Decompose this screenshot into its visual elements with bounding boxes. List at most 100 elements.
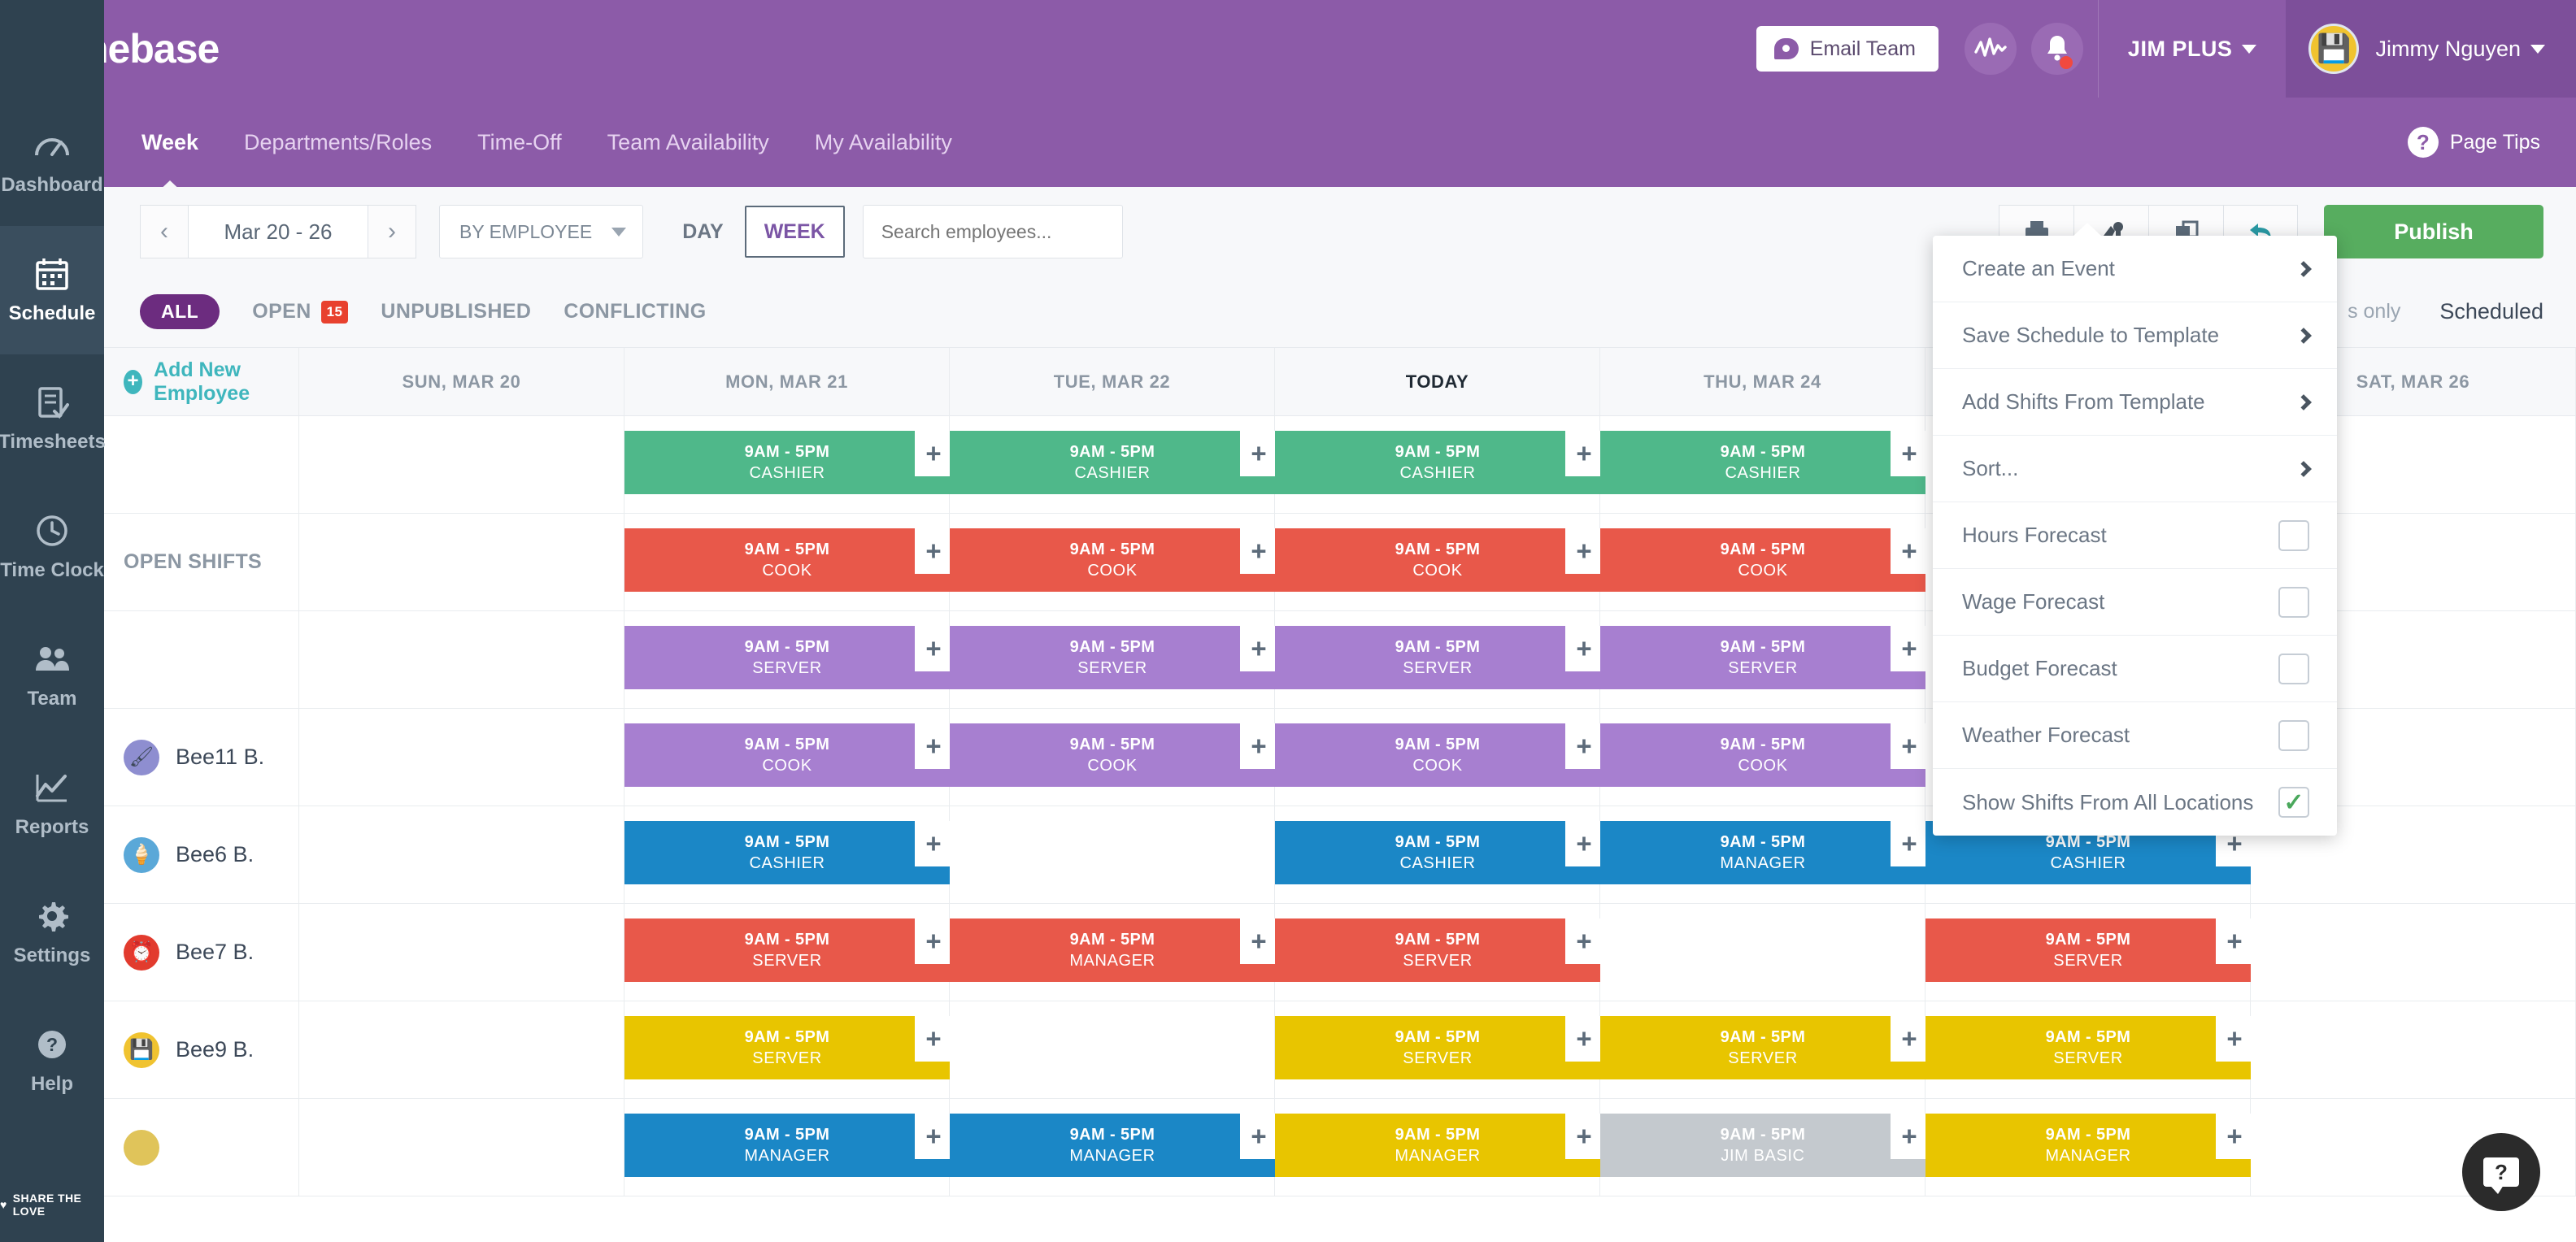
- menu-item-weather-forecast[interactable]: Weather Forecast: [1933, 702, 2337, 769]
- checkbox[interactable]: [2278, 719, 2309, 751]
- shift-cell[interactable]: 9AM - 5PM SERVER +: [624, 611, 952, 708]
- menu-item-budget-forecast[interactable]: Budget Forecast: [1933, 636, 2337, 702]
- shift-block[interactable]: 9AM - 5PM COOK: [1600, 528, 1925, 592]
- add-shift-button[interactable]: +: [1565, 431, 1603, 476]
- shift-cell[interactable]: 9AM - 5PM SERVER +: [1275, 1001, 1603, 1098]
- shift-cell[interactable]: 9AM - 5PM SERVER +: [950, 611, 1277, 708]
- week-view-button[interactable]: WEEK: [744, 206, 845, 258]
- shift-block[interactable]: 9AM - 5PM CASHIER: [624, 431, 950, 494]
- day-view-button[interactable]: DAY: [664, 206, 742, 258]
- shift-cell[interactable]: 9AM - 5PM COOK +: [1600, 514, 1928, 610]
- shift-block[interactable]: 9AM - 5PM SERVER: [624, 1016, 950, 1079]
- shift-cell[interactable]: 9AM - 5PM COOK +: [1600, 709, 1928, 806]
- add-shift-button[interactable]: +: [1565, 723, 1603, 769]
- shift-block[interactable]: 9AM - 5PM SERVER: [1600, 1016, 1925, 1079]
- menu-item-save-schedule-to-template[interactable]: Save Schedule to Template: [1933, 302, 2337, 369]
- add-shift-button[interactable]: +: [915, 918, 952, 964]
- menu-item-hours-forecast[interactable]: Hours Forecast: [1933, 502, 2337, 569]
- shift-block[interactable]: 9AM - 5PM COOK: [950, 528, 1275, 592]
- user-menu[interactable]: 💾 Jimmy Nguyen: [2286, 0, 2576, 98]
- add-shift-button[interactable]: +: [1565, 1114, 1603, 1159]
- sidebar-item-timesheets[interactable]: Timesheets: [0, 354, 106, 483]
- empty-shift-cell[interactable]: [950, 1001, 1275, 1098]
- sidebar-item-settings[interactable]: Settings: [0, 868, 104, 997]
- shift-block[interactable]: 9AM - 5PM COOK: [1275, 723, 1600, 787]
- sidebar-item-help[interactable]: ? Help: [0, 997, 104, 1125]
- employee-name-cell[interactable]: 🖌 Bee11 B.: [104, 709, 299, 806]
- shift-cell[interactable]: 9AM - 5PM MANAGER +: [624, 1099, 952, 1196]
- shift-block[interactable]: 9AM - 5PM CASHIER: [950, 431, 1275, 494]
- add-shift-button[interactable]: +: [1565, 528, 1603, 574]
- empty-shift-cell[interactable]: [299, 904, 624, 1001]
- empty-shift-cell[interactable]: [1600, 904, 1925, 1001]
- filter-unpublished[interactable]: UNPUBLISHED: [381, 300, 531, 324]
- shift-block[interactable]: 9AM - 5PM CASHIER: [1600, 431, 1925, 494]
- add-shift-button[interactable]: +: [1891, 821, 1928, 866]
- menu-item-add-shifts-from-template[interactable]: Add Shifts From Template: [1933, 369, 2337, 436]
- shift-block[interactable]: 9AM - 5PM SERVER: [1275, 918, 1600, 982]
- checkbox[interactable]: [2278, 653, 2309, 684]
- filter-conflicting[interactable]: CONFLICTING: [564, 300, 706, 324]
- shift-cell[interactable]: 9AM - 5PM COOK +: [624, 514, 952, 610]
- sidebar-item-time-clock[interactable]: Time Clock: [0, 483, 104, 611]
- add-shift-button[interactable]: +: [1565, 1016, 1603, 1062]
- add-shift-button[interactable]: +: [1240, 431, 1277, 476]
- plan-dropdown[interactable]: JIM PLUS: [2099, 0, 2287, 98]
- tab-team-availability[interactable]: Team Availability: [607, 102, 769, 183]
- shift-cell[interactable]: 9AM - 5PM COOK +: [1275, 514, 1603, 610]
- shift-cell[interactable]: 9AM - 5PM SERVER +: [1275, 904, 1603, 1001]
- my-shifts-only-label[interactable]: s only: [2348, 300, 2400, 324]
- add-shift-button[interactable]: +: [2216, 1016, 2253, 1062]
- shift-cell[interactable]: 9AM - 5PM CASHIER +: [950, 416, 1277, 513]
- shift-block[interactable]: 9AM - 5PM CASHIER: [624, 821, 950, 884]
- employee-name-cell[interactable]: [104, 1099, 299, 1196]
- add-shift-button[interactable]: +: [2216, 1114, 2253, 1159]
- shift-block[interactable]: 9AM - 5PM COOK: [624, 723, 950, 787]
- add-shift-button[interactable]: +: [915, 723, 952, 769]
- shift-cell[interactable]: 9AM - 5PM MANAGER +: [1600, 806, 1928, 903]
- shift-block[interactable]: 9AM - 5PM SERVER: [1600, 626, 1925, 689]
- menu-item-create-an-event[interactable]: Create an Event: [1933, 236, 2337, 302]
- shift-cell[interactable]: 9AM - 5PM MANAGER +: [1275, 1099, 1603, 1196]
- shift-block[interactable]: 9AM - 5PM COOK: [1600, 723, 1925, 787]
- add-shift-button[interactable]: +: [2216, 918, 2253, 964]
- filter-all[interactable]: ALL: [140, 294, 220, 329]
- filter-open[interactable]: OPEN 15: [252, 300, 349, 324]
- shift-block[interactable]: 9AM - 5PM COOK: [624, 528, 950, 592]
- date-range-label[interactable]: Mar 20 - 26: [189, 205, 368, 258]
- shift-block[interactable]: 9AM - 5PM SERVER: [1925, 1016, 2251, 1079]
- sidebar-item-team[interactable]: Team: [0, 611, 104, 740]
- add-shift-button[interactable]: +: [1891, 1016, 1928, 1062]
- shift-cell[interactable]: 9AM - 5PM CASHIER +: [1600, 416, 1928, 513]
- shift-block[interactable]: 9AM - 5PM MANAGER: [950, 918, 1275, 982]
- empty-shift-cell[interactable]: [299, 1001, 624, 1098]
- shift-block[interactable]: 9AM - 5PM JIM BASIC: [1600, 1114, 1925, 1177]
- employee-name-cell[interactable]: ⏰ Bee7 B.: [104, 904, 299, 1001]
- add-shift-button[interactable]: +: [1891, 723, 1928, 769]
- shift-cell[interactable]: 9AM - 5PM COOK +: [950, 514, 1277, 610]
- shift-cell[interactable]: 9AM - 5PM SERVER +: [1925, 904, 2253, 1001]
- empty-shift-cell[interactable]: [299, 806, 624, 903]
- shift-cell[interactable]: 9AM - 5PM COOK +: [950, 709, 1277, 806]
- next-week-button[interactable]: ›: [368, 205, 416, 258]
- shift-cell[interactable]: 9AM - 5PM CASHIER +: [624, 416, 952, 513]
- shift-cell[interactable]: 9AM - 5PM COOK +: [624, 709, 952, 806]
- add-shift-button[interactable]: +: [915, 1016, 952, 1062]
- add-shift-button[interactable]: +: [915, 626, 952, 671]
- add-shift-button[interactable]: +: [915, 431, 952, 476]
- group-by-select[interactable]: BY EMPLOYEE: [439, 205, 644, 258]
- shift-cell[interactable]: 9AM - 5PM COOK +: [1275, 709, 1603, 806]
- shift-block[interactable]: 9AM - 5PM MANAGER: [1600, 821, 1925, 884]
- shift-cell[interactable]: 9AM - 5PM MANAGER +: [1925, 1099, 2253, 1196]
- tab-departments-roles[interactable]: Departments/Roles: [244, 102, 432, 183]
- add-shift-button[interactable]: +: [1891, 626, 1928, 671]
- share-the-love-link[interactable]: ♥ SHARE THE LOVE: [0, 1192, 104, 1218]
- shift-cell[interactable]: 9AM - 5PM CASHIER +: [1275, 416, 1603, 513]
- shift-block[interactable]: 9AM - 5PM SERVER: [1275, 626, 1600, 689]
- add-shift-button[interactable]: +: [1240, 528, 1277, 574]
- shift-cell[interactable]: 9AM - 5PM SERVER +: [1275, 611, 1603, 708]
- shift-block[interactable]: 9AM - 5PM MANAGER: [1925, 1114, 2251, 1177]
- checkbox[interactable]: [2278, 586, 2309, 618]
- add-shift-button[interactable]: +: [1240, 723, 1277, 769]
- bell-icon[interactable]: [2030, 23, 2083, 75]
